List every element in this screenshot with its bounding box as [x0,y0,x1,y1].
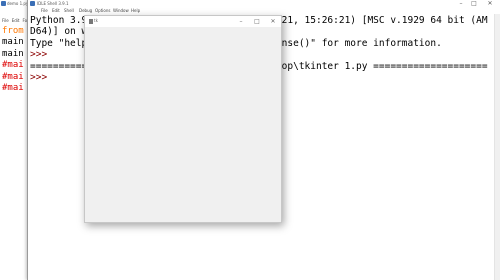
tk-feather-icon [89,19,93,24]
shell-prompt: >>> [30,72,48,84]
code-line: #mai [2,60,24,70]
shell-prompt: >>> [30,49,48,61]
shell-title: IDLE Shell 3.9.1 [37,1,69,6]
editor-code[interactable]: from main main #mai #mai #mai [2,14,24,95]
maximize-button[interactable]: □ [468,0,480,8]
shell-titlebar[interactable]: IDLE Shell 3.9.1 – □ ✕ [28,0,500,8]
tk-window[interactable]: tk – □ ✕ [84,15,282,223]
menu-options[interactable]: Options [95,8,110,13]
vertical-scrollbar[interactable] [494,14,500,280]
tk-minimize-button[interactable]: – [235,17,247,26]
menu-window[interactable]: Window [113,8,129,13]
menu-help[interactable]: Help [131,8,140,13]
code-line: main [2,48,24,59]
tk-titlebar[interactable]: tk – □ ✕ [85,16,281,27]
tk-close-button[interactable]: ✕ [267,17,279,26]
shell-menubar: File Edit Shell Debug Options Window Hel… [28,8,500,14]
menu-file[interactable]: File [41,8,48,13]
code-line: #mai [2,83,24,93]
close-button[interactable]: ✕ [484,0,496,8]
tk-title: tk [94,18,98,23]
menu-shell[interactable]: Shell [64,8,74,13]
code-line: from [2,25,24,36]
code-line: #mai [2,71,24,82]
python-icon [30,1,35,6]
python-icon [1,1,6,6]
minimize-button[interactable]: – [455,0,467,8]
code-line: main [2,37,24,47]
tk-maximize-button[interactable]: □ [251,17,263,26]
menu-edit[interactable]: Edit [52,8,60,13]
menu-debug[interactable]: Debug [79,8,92,13]
editor-title: demo 1.py [7,1,29,6]
